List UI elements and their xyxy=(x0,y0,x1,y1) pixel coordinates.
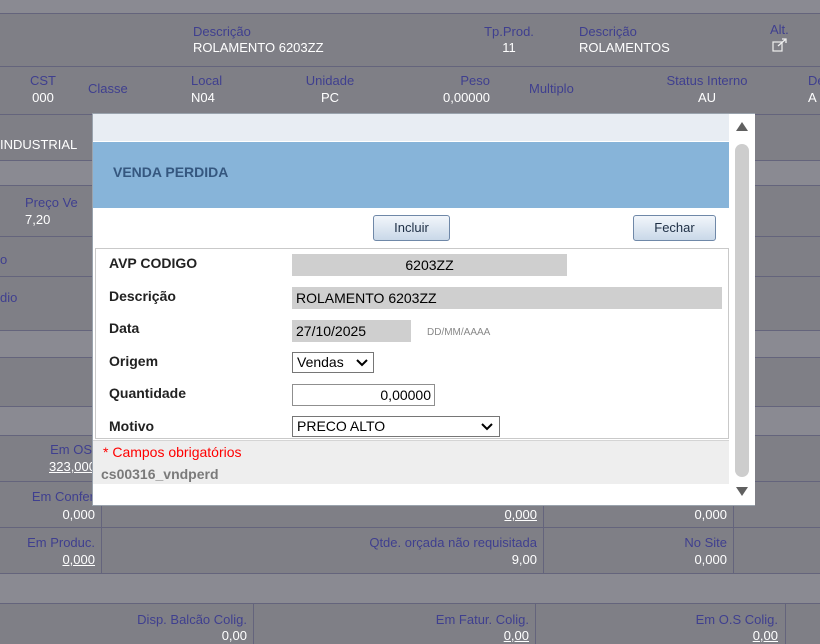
quantidade-input[interactable]: 0,00000 xyxy=(292,384,435,406)
peso-label: Peso xyxy=(460,73,490,88)
motivo-label: Motivo xyxy=(109,418,155,434)
preco-value: 7,20 xyxy=(25,212,51,227)
tpprod-value: 11 xyxy=(502,40,516,55)
descricao2-label: Descrição xyxy=(579,24,637,39)
em-os-label: Em OS xyxy=(50,442,92,457)
mid-link-value[interactable]: 0,000 xyxy=(440,507,537,522)
cst-label: CST xyxy=(30,73,56,88)
em-fatur-label: Em Fatur. Colig. xyxy=(435,612,529,627)
required-note: * Campos obrigatórios xyxy=(103,444,242,460)
industrial-text: INDUSTRIAL xyxy=(0,137,78,152)
right-value: 0,000 xyxy=(694,507,727,522)
qtde-orcada-label: Qtde. orçada não requisitada xyxy=(369,535,537,550)
peso-value: 0,00000 xyxy=(443,90,490,105)
no-site-label: No Site xyxy=(684,535,727,550)
dialog-header: VENDA PERDIDA xyxy=(93,142,729,208)
program-id: cs00316_vndperd xyxy=(101,466,219,482)
quantidade-label: Quantidade xyxy=(109,385,187,401)
descricao2-value: ROLAMENTOS xyxy=(579,40,670,55)
triangle-down-icon[interactable] xyxy=(735,486,749,501)
local-value: N04 xyxy=(191,90,215,105)
fechar-button[interactable]: Fechar xyxy=(633,215,716,241)
descricao-field: ROLAMENTO 6203ZZ xyxy=(292,287,722,309)
preco-label: Preço Ve xyxy=(25,195,78,210)
unidade-label: Unidade xyxy=(305,73,355,88)
dialog-top-strip xyxy=(93,114,729,141)
em-os-value[interactable]: 323,000 xyxy=(0,459,96,474)
motivo-select[interactable]: PRECO ALTO xyxy=(292,416,500,437)
data-label: Data xyxy=(109,320,140,336)
unidade-value: PC xyxy=(320,90,340,105)
descricao-label: Descrição xyxy=(109,288,176,304)
scroll-thumb[interactable] xyxy=(735,144,749,477)
extra-value: A xyxy=(808,90,817,105)
descricao-value: ROLAMENTO 6203ZZ xyxy=(193,40,324,55)
data-format-hint: DD/MM/AAAA xyxy=(427,327,491,338)
em-fatur-value[interactable]: 0,00 xyxy=(380,628,529,643)
venda-perdida-form: AVP CODIGO 6203ZZ Descrição ROLAMENTO 62… xyxy=(95,248,729,439)
em-producao-value[interactable]: 0,000 xyxy=(0,552,95,567)
dialog-scrollbar[interactable] xyxy=(729,114,755,505)
status-interno-value: AU xyxy=(697,90,717,105)
triangle-up-icon[interactable] xyxy=(735,120,749,135)
disp-balcao-value: 0,00 xyxy=(221,628,247,643)
venda-perdida-dialog: VENDA PERDIDA Incluir Fechar AVP CODIGO … xyxy=(92,113,755,506)
local-label: Local xyxy=(191,73,223,88)
origem-selected-value: Vendas xyxy=(297,354,344,370)
descricao-label: Descrição xyxy=(193,24,251,39)
left-fragment-2: dio xyxy=(0,290,18,305)
chevron-down-icon xyxy=(356,353,368,379)
em-producao-label: Em Produc. xyxy=(27,535,95,550)
em-os-colig-value[interactable]: 0,00 xyxy=(640,628,778,643)
multiplo-label: Multiplo xyxy=(529,81,574,96)
external-edit-icon[interactable] xyxy=(772,38,788,55)
alt-label: Alt. xyxy=(770,22,789,37)
data-field[interactable]: 27/10/2025 xyxy=(292,320,411,342)
motivo-selected-value: PRECO ALTO xyxy=(297,418,386,434)
cst-value: 000 xyxy=(32,90,54,105)
em-confer-label: Em Confer xyxy=(31,489,94,504)
classe-label: Classe xyxy=(88,81,128,96)
tpprod-label: Tp.Prod. xyxy=(484,24,534,39)
em-confer-value: 0,000 xyxy=(62,507,95,522)
status-interno-label: Status Interno xyxy=(666,73,748,88)
origem-select[interactable]: Vendas xyxy=(292,352,374,373)
avp-codigo-field: 6203ZZ xyxy=(292,254,567,276)
top-band xyxy=(0,0,820,14)
dialog-footer: * Campos obrigatórios cs00316_vndperd xyxy=(93,440,729,484)
disp-balcao-label: Disp. Balcão Colig. xyxy=(137,612,247,627)
incluir-button[interactable]: Incluir xyxy=(373,215,450,241)
dialog-title: VENDA PERDIDA xyxy=(113,164,229,180)
em-os-colig-label: Em O.S Colig. xyxy=(695,612,778,627)
left-fragment-1: o xyxy=(0,252,8,267)
qtde-orcada-value: 9,00 xyxy=(511,552,537,567)
avp-codigo-label: AVP CODIGO xyxy=(109,255,198,271)
no-site-value: 0,000 xyxy=(694,552,727,567)
origem-label: Origem xyxy=(109,353,159,369)
extra-label: De xyxy=(808,73,820,88)
